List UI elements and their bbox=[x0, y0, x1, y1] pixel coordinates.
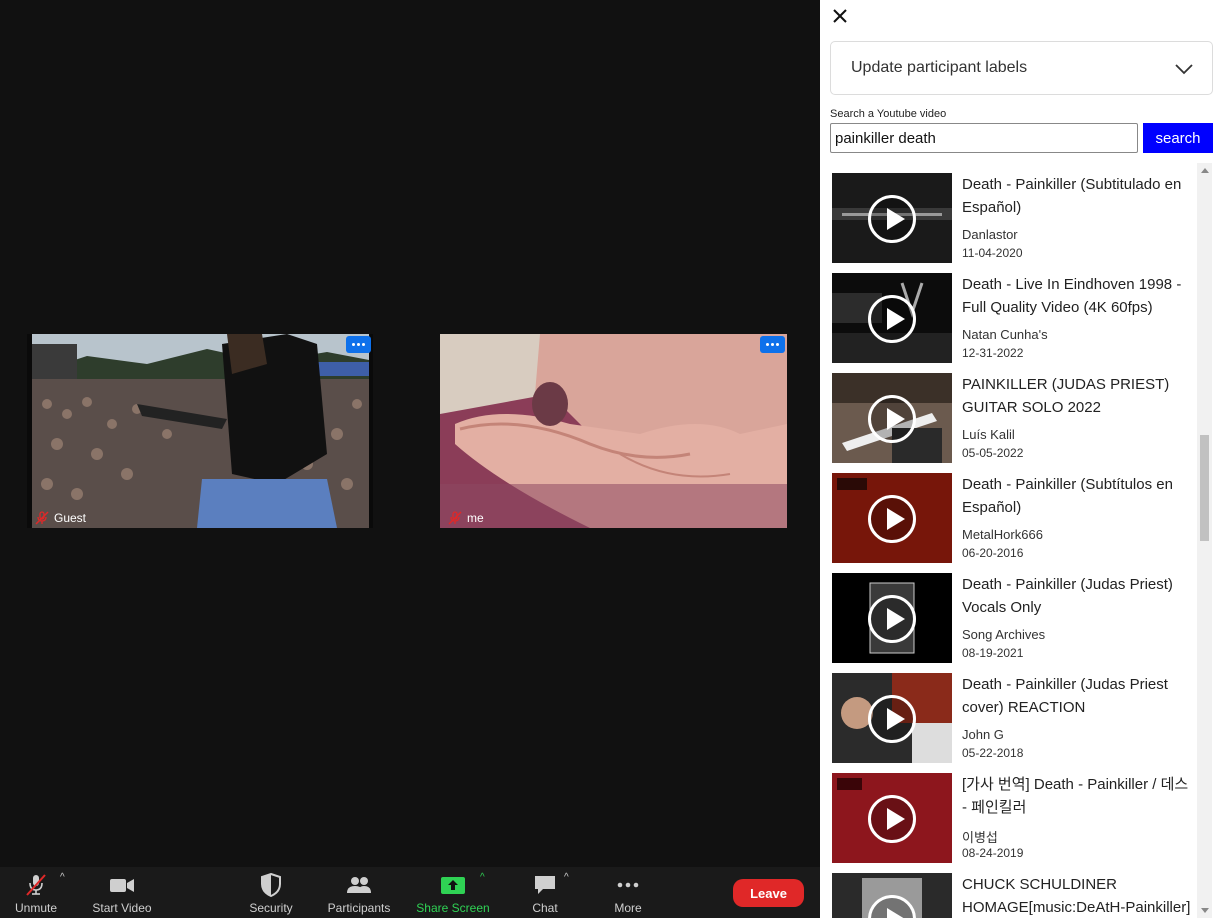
result-title: Death - Painkiller (Subtítulos en Españo… bbox=[962, 476, 1173, 516]
share-options-caret-icon[interactable]: ^ bbox=[480, 872, 485, 883]
play-icon bbox=[868, 595, 916, 643]
participants-icon bbox=[347, 877, 371, 893]
scrollbar-thumb[interactable] bbox=[1200, 435, 1209, 541]
participant-name: Guest bbox=[54, 511, 87, 525]
participant-name: me bbox=[467, 511, 484, 525]
more-label: More bbox=[614, 901, 642, 915]
result-item[interactable]: Death - Painkiller (Judas Priest) Vocals… bbox=[832, 563, 1202, 663]
result-item[interactable]: CHUCK SCHULDINER HOMAGE[music:DeAtH-Pain… bbox=[832, 863, 1202, 918]
result-channel: Luís Kalil bbox=[962, 427, 1015, 442]
unmute-button[interactable]: Unmute bbox=[10, 867, 62, 918]
video-tile-me[interactable]: me bbox=[440, 334, 787, 528]
video-thumbnail[interactable] bbox=[832, 373, 952, 463]
meeting-toolbar: Unmute ^ Start Video Security Participan… bbox=[0, 867, 820, 918]
update-labels-dropdown[interactable]: Update participant labels bbox=[830, 41, 1213, 95]
result-title: [가사 번역] Death - Painkiller / 데스 - 페인킬러 bbox=[962, 776, 1189, 816]
result-date: 12-31-2022 bbox=[962, 346, 1024, 360]
play-icon bbox=[868, 295, 916, 343]
play-icon bbox=[868, 495, 916, 543]
meeting-area: Guest me bbox=[0, 0, 820, 918]
muted-mic-icon bbox=[26, 874, 46, 896]
search-input[interactable] bbox=[830, 123, 1138, 153]
result-title: CHUCK SCHULDINER HOMAGE[music:DeAtH-Pain… bbox=[962, 876, 1191, 916]
result-item[interactable]: Death - Painkiller (Subtitulado en Españ… bbox=[832, 163, 1202, 263]
close-icon[interactable] bbox=[830, 6, 850, 26]
result-item[interactable]: Death - Painkiller (Subtítulos en Españo… bbox=[832, 463, 1202, 563]
scroll-down-arrow-icon[interactable] bbox=[1201, 908, 1209, 913]
chat-label: Chat bbox=[532, 901, 558, 915]
tile-options-button[interactable] bbox=[346, 336, 371, 353]
leave-button[interactable]: Leave bbox=[733, 879, 804, 907]
chat-bubble-icon bbox=[535, 876, 555, 894]
start-video-label: Start Video bbox=[92, 901, 152, 915]
chat-options-caret-icon[interactable]: ^ bbox=[564, 872, 569, 883]
result-title: PAINKILLER (JUDAS PRIEST) GUITAR SOLO 20… bbox=[962, 376, 1170, 416]
participants-label: Participants bbox=[327, 901, 391, 915]
results-scrollbar[interactable] bbox=[1197, 163, 1212, 918]
search-label: Search a Youtube video bbox=[830, 108, 947, 120]
result-title: Death - Painkiller (Judas Priest cover) … bbox=[962, 676, 1168, 716]
result-item[interactable]: PAINKILLER (JUDAS PRIEST) GUITAR SOLO 20… bbox=[832, 363, 1202, 463]
chat-button[interactable]: Chat bbox=[528, 867, 562, 918]
result-item[interactable]: Death - Painkiller (Judas Priest cover) … bbox=[832, 663, 1202, 763]
result-channel: John G bbox=[962, 727, 1004, 742]
play-icon bbox=[868, 795, 916, 843]
video-thumbnail[interactable] bbox=[832, 873, 952, 918]
result-title: Death - Live In Eindhoven 1998 - Full Qu… bbox=[962, 276, 1182, 316]
youtube-side-panel: Update participant labels Search a Youtu… bbox=[820, 0, 1222, 918]
start-video-button[interactable]: Start Video bbox=[90, 867, 154, 918]
tile-options-button[interactable] bbox=[760, 336, 785, 353]
result-channel: Danlastor bbox=[962, 227, 1018, 242]
result-item[interactable]: Death - Live In Eindhoven 1998 - Full Qu… bbox=[832, 263, 1202, 363]
audio-options-caret-icon[interactable]: ^ bbox=[60, 872, 65, 883]
result-channel: 이병섭 bbox=[962, 830, 998, 845]
security-button[interactable]: Security bbox=[246, 867, 296, 918]
result-channel: Song Archives bbox=[962, 627, 1046, 642]
search-button[interactable]: search bbox=[1143, 123, 1213, 153]
muted-mic-icon bbox=[448, 511, 462, 525]
more-dots-icon bbox=[617, 882, 639, 888]
video-thumbnail[interactable] bbox=[832, 273, 952, 363]
result-item[interactable]: [가사 번역] Death - Painkiller / 데스 - 페인킬러 이… bbox=[832, 763, 1202, 863]
result-title: Death - Painkiller (Judas Priest) Vocals… bbox=[962, 576, 1173, 616]
more-button[interactable]: More bbox=[610, 867, 646, 918]
result-date: 08-19-2021 bbox=[962, 646, 1024, 660]
play-icon bbox=[868, 695, 916, 743]
video-thumbnail[interactable] bbox=[832, 773, 952, 863]
participants-button[interactable]: Participants bbox=[326, 867, 392, 918]
video-thumbnail[interactable] bbox=[832, 173, 952, 263]
play-icon bbox=[868, 195, 916, 243]
result-channel: Natan Cunha's bbox=[962, 327, 1048, 342]
share-screen-label: Share Screen bbox=[416, 901, 490, 915]
self-video-frame bbox=[440, 334, 787, 528]
chevron-down-icon bbox=[1175, 64, 1193, 75]
result-date: 06-20-2016 bbox=[962, 546, 1024, 560]
result-date: 11-04-2020 bbox=[962, 246, 1023, 260]
unmute-label: Unmute bbox=[14, 901, 58, 915]
video-thumbnail[interactable] bbox=[832, 573, 952, 663]
result-date: 05-05-2022 bbox=[962, 446, 1024, 460]
result-channel: MetalHork666 bbox=[962, 527, 1043, 542]
video-thumbnail[interactable] bbox=[832, 673, 952, 763]
dropdown-label: Update participant labels bbox=[851, 59, 1028, 76]
muted-mic-icon bbox=[35, 511, 49, 525]
guest-video-frame bbox=[27, 334, 373, 528]
tile-label-me: me bbox=[448, 511, 484, 525]
video-tile-guest[interactable]: Guest bbox=[27, 334, 373, 528]
result-date: 08-24-2019 bbox=[962, 846, 1024, 860]
video-camera-icon bbox=[110, 879, 134, 892]
share-screen-icon bbox=[441, 877, 465, 894]
scroll-up-arrow-icon[interactable] bbox=[1201, 168, 1209, 173]
result-title: Death - Painkiller (Subtitulado en Españ… bbox=[962, 176, 1182, 216]
results-list: Death - Painkiller (Subtitulado en Españ… bbox=[830, 163, 1212, 918]
security-label: Security bbox=[249, 901, 293, 915]
tile-label-guest: Guest bbox=[35, 511, 86, 525]
shield-icon bbox=[261, 873, 281, 897]
result-date: 05-22-2018 bbox=[962, 746, 1024, 760]
play-icon bbox=[868, 395, 916, 443]
video-thumbnail[interactable] bbox=[832, 473, 952, 563]
